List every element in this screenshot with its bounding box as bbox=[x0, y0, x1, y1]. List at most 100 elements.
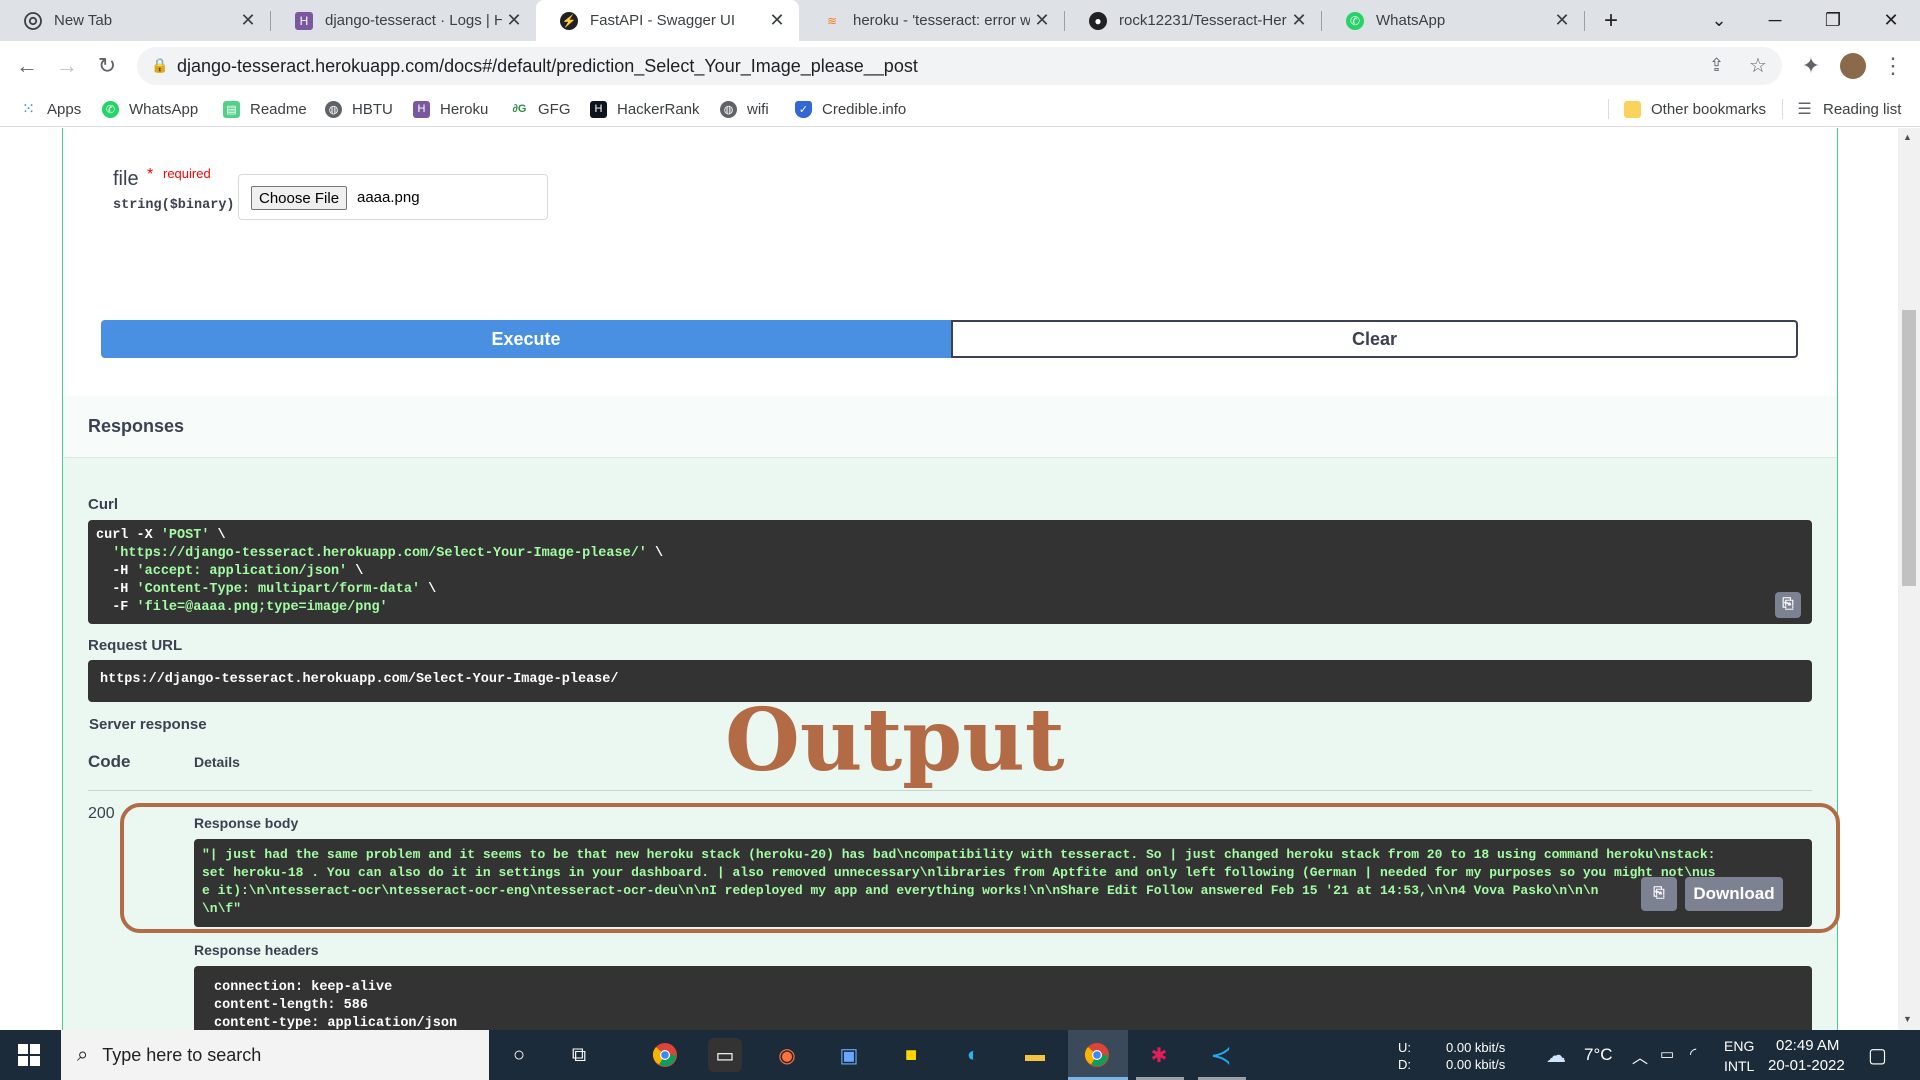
bookmark-apps[interactable]: ⁙ Apps bbox=[20, 97, 81, 121]
notifications-icon[interactable]: ▢ bbox=[1868, 1043, 1887, 1068]
back-arrow-icon[interactable]: ← bbox=[10, 49, 44, 83]
temperature[interactable]: 7°C bbox=[1584, 1045, 1613, 1065]
response-header-line: content-type: application/json bbox=[214, 1016, 458, 1030]
whatsapp-icon: ✆ bbox=[102, 100, 119, 118]
extensions-puzzle-icon[interactable]: ✦ bbox=[1794, 49, 1828, 83]
curl-line: curl -X 'POST' \ bbox=[96, 528, 226, 543]
bookmark-divider bbox=[1782, 99, 1783, 119]
curl-line: 'https://django-tesseract.herokuapp.com/… bbox=[112, 546, 664, 561]
scrollbar-thumb[interactable] bbox=[1902, 310, 1916, 586]
curl-line: -H 'Content-Type: multipart/form-data' \ bbox=[96, 582, 437, 597]
bookmark-hbtu[interactable]: ◍ HBTU bbox=[325, 97, 393, 121]
param-name: file bbox=[113, 168, 139, 190]
bookmarks-bar: ⁙ Apps ✆ WhatsApp ▤ Readme ◍ HBTU H Hero… bbox=[0, 91, 1920, 127]
clock-time[interactable]: 02:49 AM bbox=[1776, 1037, 1839, 1054]
tab-search-chevron-icon[interactable]: ⌄ bbox=[1690, 0, 1748, 41]
close-window-button[interactable]: ✕ bbox=[1862, 0, 1920, 41]
tab-django-logs[interactable]: H django-tesseract · Logs | He ✕ bbox=[271, 0, 536, 41]
bookmark-label: Heroku bbox=[440, 100, 489, 118]
profile-avatar[interactable] bbox=[1840, 53, 1866, 79]
tab-new-tab[interactable]: New Tab ✕ bbox=[0, 0, 270, 41]
battery-icon[interactable]: ▭ bbox=[1660, 1045, 1674, 1063]
file-input[interactable]: Choose File aaaa.png bbox=[238, 174, 548, 220]
response-headers-block[interactable]: connection: keep-alive content-length: 5… bbox=[194, 966, 1812, 1030]
bookmark-credible[interactable]: ✓ Credible.info bbox=[795, 97, 906, 121]
language-bottom[interactable]: INTL bbox=[1724, 1058, 1754, 1074]
required-label: required bbox=[163, 166, 211, 181]
response-headers-label: Response headers bbox=[194, 942, 319, 958]
cortana-icon[interactable]: ○ bbox=[502, 1038, 536, 1072]
language-top[interactable]: ENG bbox=[1724, 1038, 1754, 1054]
tab-close-icon[interactable]: ✕ bbox=[1030, 10, 1054, 31]
required-star: * bbox=[147, 166, 154, 183]
copy-clipboard-icon[interactable]: ⎘ bbox=[1775, 592, 1801, 618]
forward-arrow-icon[interactable]: → bbox=[50, 49, 84, 83]
bookmark-label: WhatsApp bbox=[129, 100, 199, 118]
execute-button[interactable]: Execute bbox=[101, 320, 951, 358]
terminal-icon[interactable]: ▭ bbox=[708, 1038, 742, 1072]
heroku-icon: H bbox=[413, 100, 430, 118]
reading-list-label: Reading list bbox=[1823, 100, 1902, 118]
windows-start-icon[interactable] bbox=[12, 1038, 46, 1072]
tab-close-icon[interactable]: ✕ bbox=[236, 10, 260, 31]
scroll-down-arrow-icon[interactable]: ▼ bbox=[1903, 1014, 1912, 1024]
apps-grid-icon: ⁙ bbox=[21, 101, 36, 118]
edge-icon[interactable]: ◐ bbox=[956, 1038, 990, 1072]
other-bookmarks[interactable]: Other bookmarks bbox=[1624, 97, 1766, 121]
address-bar[interactable]: 🔒 django-tesseract.herokuapp.com/docs#/d… bbox=[137, 47, 1782, 85]
bookmark-hackerrank[interactable]: H HackerRank bbox=[590, 97, 700, 121]
menu-kebab-icon[interactable]: ⋮ bbox=[1876, 49, 1910, 83]
curl-code-block[interactable]: curl -X 'POST' \ 'https://django-tessera… bbox=[88, 520, 1812, 624]
weather-cloud-icon[interactable]: ☁ bbox=[1546, 1043, 1566, 1068]
share-icon[interactable]: ⇪ bbox=[1709, 55, 1724, 76]
choose-file-button[interactable]: Choose File bbox=[251, 186, 348, 210]
heroku-icon: H bbox=[295, 11, 313, 30]
tab-stackoverflow[interactable]: ≋ heroku - 'tesseract: error wl ✕ bbox=[799, 0, 1064, 41]
bookmark-whatsapp[interactable]: ✆ WhatsApp bbox=[102, 97, 198, 121]
tab-close-icon[interactable]: ✕ bbox=[1550, 10, 1574, 31]
new-tab-button[interactable]: + bbox=[1582, 0, 1640, 41]
reload-icon[interactable]: ↻ bbox=[90, 49, 124, 83]
vscode-icon[interactable]: ≺ bbox=[1204, 1038, 1238, 1072]
taskbar-search-box[interactable]: ⌕ Type here to search bbox=[61, 1030, 489, 1080]
wifi-icon[interactable]: ◜ bbox=[1690, 1044, 1696, 1064]
tab-github[interactable]: ● rock12231/Tesseract-Herok ✕ bbox=[1065, 0, 1321, 41]
maximize-button[interactable]: ❐ bbox=[1804, 0, 1862, 41]
globe-icon: ◍ bbox=[325, 100, 342, 118]
url-text[interactable]: django-tesseract.herokuapp.com/docs#/def… bbox=[177, 56, 918, 77]
tray-chevron-up-icon[interactable]: ︿ bbox=[1632, 1044, 1648, 1068]
file-explorer-icon[interactable]: ▬ bbox=[1018, 1038, 1052, 1072]
slack-icon[interactable]: ✱ bbox=[1142, 1038, 1176, 1072]
vertical-scrollbar[interactable]: ▲ ▼ bbox=[1898, 128, 1920, 1030]
clear-button[interactable]: Clear bbox=[951, 320, 1798, 358]
minimize-button[interactable]: ─ bbox=[1746, 0, 1804, 41]
reading-list[interactable]: ☰ Reading list bbox=[1796, 97, 1901, 121]
remote-desktop-icon[interactable]: ▣ bbox=[832, 1038, 866, 1072]
bookmark-readme[interactable]: ▤ Readme bbox=[223, 97, 307, 121]
sticky-notes-icon[interactable]: ■ bbox=[894, 1038, 928, 1072]
bookmark-label: HBTU bbox=[352, 100, 393, 118]
tab-whatsapp[interactable]: ✆ WhatsApp ✕ bbox=[1322, 0, 1584, 41]
firefox-icon[interactable]: ◉ bbox=[770, 1038, 804, 1072]
chrome-active-icon[interactable] bbox=[1080, 1038, 1114, 1072]
clock-date[interactable]: 20-01-2022 bbox=[1768, 1057, 1845, 1074]
tab-close-icon[interactable]: ✕ bbox=[1287, 10, 1311, 31]
globe-icon: ◍ bbox=[720, 100, 737, 118]
net-up-speed: 0.00 kbit/s bbox=[1446, 1040, 1506, 1055]
tab-close-icon[interactable]: ✕ bbox=[765, 10, 789, 31]
tab-close-icon[interactable]: ✕ bbox=[502, 10, 526, 31]
task-view-icon[interactable]: ⧉ bbox=[562, 1038, 596, 1072]
bookmark-heroku[interactable]: H Heroku bbox=[413, 97, 488, 121]
swagger-page: file * required string($binary) Choose F… bbox=[0, 128, 1920, 1030]
chrome-taskbar-icon[interactable] bbox=[648, 1038, 682, 1072]
tab-strip: New Tab ✕ H django-tesseract · Logs | He… bbox=[0, 0, 1920, 41]
chosen-file-name: aaaa.png bbox=[357, 189, 420, 206]
bookmark-gfg[interactable]: ∂G GFG bbox=[511, 97, 571, 121]
tab-fastapi-swagger[interactable]: ⚡ FastAPI - Swagger UI ✕ bbox=[536, 0, 799, 41]
bookmark-wifi[interactable]: ◍ wifi bbox=[720, 97, 769, 121]
responses-header: Responses bbox=[63, 396, 1837, 458]
stackoverflow-icon: ≋ bbox=[826, 13, 838, 28]
bookmark-star-icon[interactable]: ☆ bbox=[1749, 53, 1767, 78]
chrome-icon bbox=[24, 11, 42, 30]
scroll-up-arrow-icon[interactable]: ▲ bbox=[1903, 132, 1912, 142]
